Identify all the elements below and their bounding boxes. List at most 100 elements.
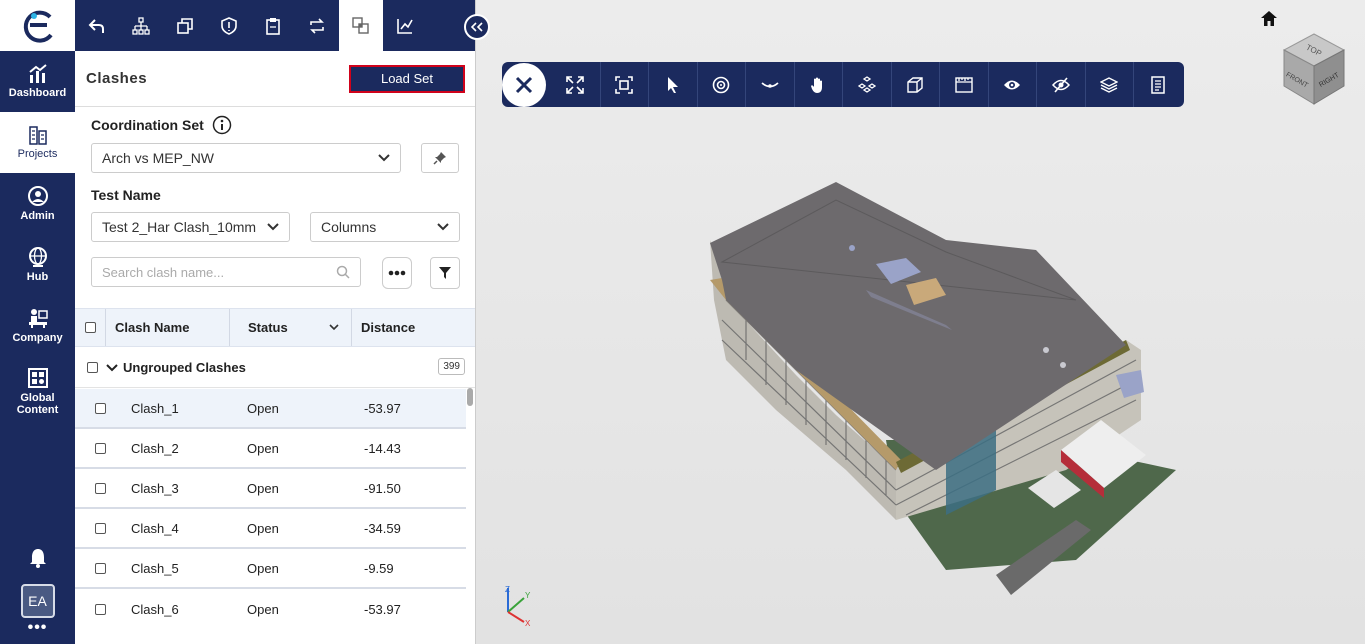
- search-clash-input[interactable]: Search clash name...: [91, 257, 361, 287]
- chevron-down-icon[interactable]: [106, 363, 118, 372]
- chevron-down-icon: [267, 223, 279, 231]
- select-all-cell: [75, 309, 106, 346]
- nav-global-content-label: Global Content: [16, 391, 59, 416]
- table-row[interactable]: Clash_2 Open -14.43: [75, 429, 466, 469]
- clash-name: Clash_6: [131, 601, 179, 617]
- analytics-button[interactable]: [383, 0, 427, 51]
- clash-detection-tab[interactable]: [339, 0, 383, 51]
- clash-name: Clash_1: [131, 400, 179, 416]
- ungrouped-clashes-row[interactable]: Ungrouped Clashes 399: [75, 348, 475, 388]
- axis-y-label: Y: [525, 591, 531, 600]
- globe-icon: [28, 247, 47, 267]
- nav-hub[interactable]: Hub: [0, 234, 75, 295]
- test-name-value: Test 2_Har Clash_10mm: [102, 219, 257, 235]
- chevron-down-icon[interactable]: [329, 324, 339, 331]
- status-header[interactable]: Status: [230, 309, 352, 346]
- chevron-down-icon: [378, 154, 390, 162]
- hierarchy-button[interactable]: [119, 0, 163, 51]
- list-scrollbar[interactable]: [467, 388, 473, 406]
- more-options-button[interactable]: [382, 257, 412, 289]
- clash-name: Clash_4: [131, 520, 179, 536]
- clash-status: Open: [247, 560, 279, 576]
- row-checkbox[interactable]: [95, 482, 106, 494]
- nav-projects-label: Projects: [17, 148, 58, 160]
- columns-select[interactable]: Columns: [310, 212, 460, 242]
- clash-icon: [352, 16, 369, 34]
- nav-projects[interactable]: Projects: [0, 112, 75, 173]
- table-header: Clash Name Status Distance: [75, 308, 475, 347]
- nav-company[interactable]: Company: [0, 295, 75, 356]
- load-set-button[interactable]: Load Set: [349, 64, 465, 93]
- clash-status: Open: [247, 400, 279, 416]
- coordination-set-value: Arch vs MEP_NW: [102, 150, 215, 166]
- clipboard-button[interactable]: [251, 0, 295, 51]
- ellipsis-icon: [388, 270, 406, 276]
- global-content-icon: [27, 367, 48, 388]
- app-logo[interactable]: [0, 0, 75, 51]
- clashes-panel: Clashes Load Set Coordination Set Arch v…: [75, 0, 476, 644]
- distance-header[interactable]: Distance: [352, 309, 475, 346]
- 3d-viewer[interactable]: TOP FRONT RIGHT Z Y X: [476, 0, 1365, 644]
- collapse-panel-button[interactable]: [464, 14, 490, 40]
- filter-button[interactable]: [430, 257, 460, 289]
- copy-button[interactable]: [163, 0, 207, 51]
- sync-button[interactable]: [295, 0, 339, 51]
- clash-distance: -34.59: [364, 520, 401, 536]
- row-checkbox[interactable]: [95, 603, 106, 615]
- table-row[interactable]: Clash_5 Open -9.59: [75, 549, 466, 589]
- test-name-label: Test Name: [91, 187, 161, 203]
- nav-global-content[interactable]: Global Content: [0, 356, 75, 426]
- nav-admin-label: Admin: [20, 210, 55, 222]
- group-checkbox[interactable]: [87, 362, 98, 373]
- company-icon: [28, 309, 48, 328]
- clipboard-icon: [266, 17, 280, 35]
- clash-name-header[interactable]: Clash Name: [106, 309, 230, 346]
- clash-list: Clash_1 Open -53.97 Clash_2 Open -14.43 …: [75, 389, 466, 629]
- clash-status: Open: [247, 440, 279, 456]
- pin-button[interactable]: [421, 143, 459, 173]
- building-model[interactable]: [476, 0, 1365, 644]
- chart-check-icon: [397, 18, 413, 34]
- axis-x-label: X: [525, 619, 531, 628]
- filter-icon: [439, 267, 451, 279]
- chart-icon: [28, 64, 47, 83]
- clash-distance: -91.50: [364, 480, 401, 496]
- bell-icon: [29, 549, 46, 568]
- coordination-set-heading: Coordination Set: [91, 115, 232, 135]
- table-row[interactable]: Clash_3 Open -91.50: [75, 469, 466, 509]
- more-menu-button[interactable]: •••: [0, 618, 75, 644]
- shield-button[interactable]: [207, 0, 251, 51]
- row-checkbox[interactable]: [95, 402, 106, 414]
- axis-gizmo: Z Y X: [505, 585, 531, 628]
- clash-name: Clash_5: [131, 560, 179, 576]
- admin-icon: [27, 186, 48, 206]
- status-header-label: Status: [248, 320, 288, 335]
- row-checkbox[interactable]: [95, 442, 106, 454]
- info-icon[interactable]: [212, 115, 232, 135]
- clash-status: Open: [247, 520, 279, 536]
- double-chevron-left-icon: [471, 22, 483, 32]
- table-row[interactable]: Clash_6 Open -53.97: [75, 589, 466, 629]
- coordination-set-select[interactable]: Arch vs MEP_NW: [91, 143, 401, 173]
- table-row[interactable]: Clash_1 Open -53.97: [75, 389, 466, 429]
- row-checkbox[interactable]: [95, 562, 106, 574]
- nav-dashboard[interactable]: Dashboard: [0, 51, 75, 112]
- select-all-checkbox[interactable]: [84, 322, 96, 333]
- clash-status: Open: [247, 480, 279, 496]
- table-row[interactable]: Clash_4 Open -34.59: [75, 509, 466, 549]
- notifications-button[interactable]: [0, 540, 75, 576]
- search-placeholder: Search clash name...: [102, 264, 225, 280]
- columns-value: Columns: [321, 219, 377, 235]
- test-name-select[interactable]: Test 2_Har Clash_10mm: [91, 212, 290, 242]
- back-button[interactable]: [75, 0, 119, 51]
- clash-name: Clash_2: [131, 440, 179, 456]
- sync-icon: [310, 17, 324, 34]
- nav-admin[interactable]: Admin: [0, 173, 75, 234]
- user-avatar[interactable]: EA: [20, 584, 55, 618]
- clash-count-badge: 399: [438, 358, 465, 375]
- pin-icon: [433, 152, 446, 165]
- nav-hub-label: Hub: [26, 271, 49, 283]
- row-checkbox[interactable]: [95, 522, 106, 534]
- logo-icon: [23, 10, 53, 43]
- clash-distance: -14.43: [364, 440, 401, 456]
